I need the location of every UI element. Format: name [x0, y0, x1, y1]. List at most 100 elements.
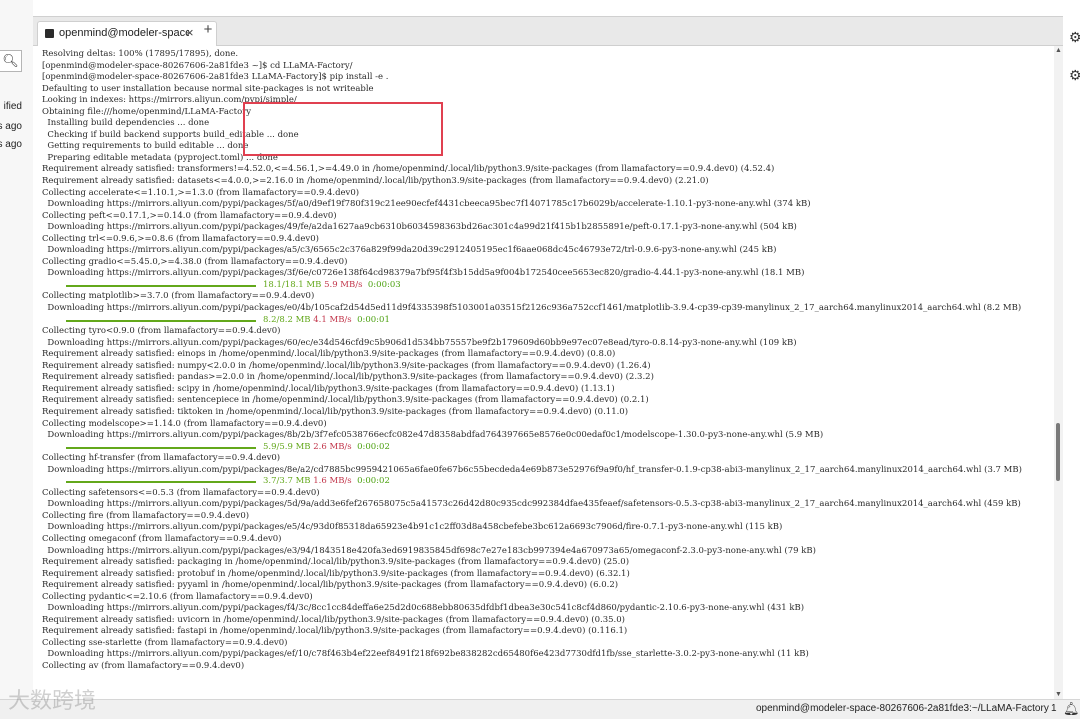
progress-time: 0:00:03 [367, 279, 401, 290]
progress-size: 3.7/3.7 MB [263, 476, 314, 487]
output-line: Collecting modelscope>=1.14.0 (from llam… [42, 418, 327, 429]
progress-info: 5.9/5.9 MB 2.6 MB/s 0:00:02 [263, 442, 390, 454]
output-line: Requirement already satisfied: transform… [42, 164, 775, 175]
bell-icon[interactable]: 🔔︎ [1063, 701, 1080, 717]
output-line: Downloading https://mirrors.aliyun.com/p… [42, 222, 797, 233]
progress-bar [66, 319, 256, 322]
output-line: Downloading https://mirrors.aliyun.com/p… [42, 464, 1022, 475]
output-line: Defaulting to user installation because … [42, 83, 374, 94]
progress-speed: 4.1 MB/s [313, 314, 358, 325]
close-icon[interactable]: × [186, 25, 194, 40]
output-line: Obtaining file:///home/openmind/LLaMA-Fa… [42, 106, 252, 117]
output-line: Getting requirements to build editable .… [42, 141, 249, 152]
progress-bar [66, 481, 256, 484]
output-line: Collecting matplotlib>=3.7.0 (from llama… [42, 291, 315, 302]
output-line: Collecting peft<=0.17.1,>=0.14.0 (from l… [42, 210, 337, 221]
output-line: Collecting tyro<0.9.0 (from llamafactory… [42, 326, 281, 337]
output-lines: Resolving deltas: 100% (17895/17895), do… [42, 49, 1022, 673]
output-line: Downloading https://mirrors.aliyun.com/p… [42, 245, 777, 256]
output-line: Downloading https://mirrors.aliyun.com/p… [42, 545, 816, 556]
output-line: Preparing editable metadata (pyproject.t… [42, 152, 278, 163]
output-line: Requirement already satisfied: pandas>=2… [42, 372, 654, 383]
output-line: Collecting hf-transfer (from llamafactor… [42, 453, 281, 464]
terminal-icon [45, 29, 54, 38]
progress-speed: 5.9 MB/s [324, 279, 368, 290]
progress-bar [66, 284, 256, 287]
output-line: [openmind@modeler-space-80267606-2a81fde… [42, 72, 389, 83]
download-progress-line: 8.2/8.2 MB 4.1 MB/s 0:00:01 [42, 315, 1022, 327]
new-tab-button[interactable]: + [199, 22, 217, 40]
output-line: Collecting trl<=0.9.6,>=0.8.6 (from llam… [42, 233, 319, 244]
output-line: Downloading https://mirrors.aliyun.com/p… [42, 603, 805, 614]
output-line: Requirement already satisfied: numpy<2.0… [42, 360, 651, 371]
output-line: Downloading https://mirrors.aliyun.com/p… [42, 303, 1022, 314]
output-line: Downloading https://mirrors.aliyun.com/p… [42, 199, 811, 210]
tab-title: openmind@modeler-space-8 [59, 27, 189, 39]
progress-info: 8.2/8.2 MB 4.1 MB/s 0:00:01 [263, 315, 390, 327]
output-line: Collecting pydantic<=2.10.6 (from llamaf… [42, 591, 313, 602]
output-line: Collecting av (from llamafactory==0.9.4.… [42, 660, 245, 671]
progress-info: 3.7/3.7 MB 1.6 MB/s 0:00:02 [263, 476, 390, 488]
output-line: Collecting safetensors<=0.5.3 (from llam… [42, 487, 320, 498]
scroll-up-icon[interactable]: ▲ [1055, 47, 1062, 54]
modified-label: ified [3, 101, 22, 112]
output-line: Downloading https://mirrors.aliyun.com/p… [42, 268, 805, 279]
output-line: Requirement already satisfied: uvicorn i… [42, 614, 625, 625]
output-line: Downloading https://mirrors.aliyun.com/p… [42, 649, 809, 660]
output-line: Downloading https://mirrors.aliyun.com/p… [42, 499, 1021, 510]
output-line: Installing build dependencies ... done [42, 118, 210, 129]
progress-bar [66, 446, 256, 449]
progress-info: 18.1/18.1 MB 5.9 MB/s 0:00:03 [263, 280, 401, 292]
output-line: Downloading https://mirrors.aliyun.com/p… [42, 522, 783, 533]
notification-count: 1 [1051, 703, 1057, 714]
download-progress-line: 5.9/5.9 MB 2.6 MB/s 0:00:02 [42, 442, 1022, 454]
progress-speed: 2.6 MB/s [313, 441, 358, 452]
output-line: Downloading https://mirrors.aliyun.com/p… [42, 430, 824, 441]
scroll-down-icon[interactable]: ▼ [1055, 691, 1062, 698]
gear-icon[interactable]: ⚙ [1069, 30, 1080, 44]
output-line: Resolving deltas: 100% (17895/17895), do… [42, 49, 239, 59]
output-line: Requirement already satisfied: scipy in … [42, 383, 615, 394]
search-icon[interactable]: 🔍︎ [0, 50, 22, 72]
tab-bar: openmind@modeler-space-8 × + [33, 17, 1063, 46]
status-path: openmind@modeler-space-80267606-2a81fde3… [756, 703, 1049, 714]
terminal-output[interactable]: Resolving deltas: 100% (17895/17895), do… [33, 46, 1053, 699]
right-side-panel: ⚙ ⚙ [1063, 0, 1080, 700]
progress-time: 0:00:02 [357, 476, 390, 487]
output-line: Requirement already satisfied: protobuf … [42, 568, 630, 579]
scrollbar-thumb[interactable] [1056, 423, 1060, 481]
output-line: Downloading https://mirrors.aliyun.com/p… [42, 337, 797, 348]
download-progress-line: 18.1/18.1 MB 5.9 MB/s 0:00:03 [42, 280, 1022, 292]
output-line: Requirement already satisfied: datasets<… [42, 176, 709, 187]
watermark: 大数跨境 [8, 689, 97, 714]
output-line: Requirement already satisfied: fastapi i… [42, 626, 628, 637]
background-app-panel: 🔍︎ ified s ago s ago [0, 0, 33, 718]
progress-speed: 1.6 MB/s [313, 476, 358, 487]
progress-time: 0:00:01 [357, 314, 390, 325]
progress-time: 0:00:02 [357, 441, 390, 452]
progress-size: 5.9/5.9 MB [263, 441, 314, 452]
output-line: Requirement already satisfied: packaging… [42, 557, 630, 568]
output-line: Requirement already satisfied: einops in… [42, 349, 616, 360]
output-line: Collecting gradio<=5.45.0,>=4.38.0 (from… [42, 256, 348, 267]
progress-size: 8.2/8.2 MB [263, 314, 314, 325]
output-line: Looking in indexes: https://mirrors.aliy… [42, 95, 297, 106]
progress-size: 18.1/18.1 MB [263, 279, 325, 290]
output-line: Requirement already satisfied: pyyaml in… [42, 580, 619, 591]
time-ago-label: s ago [0, 121, 22, 132]
time-ago-label: s ago [0, 139, 22, 150]
vertical-scrollbar[interactable]: ▲ ▼ [1054, 46, 1063, 699]
output-line: Collecting omegaconf (from llamafactory=… [42, 533, 282, 544]
output-line: Collecting fire (from llamafactory==0.9.… [42, 510, 250, 521]
output-line: Requirement already satisfied: sentencep… [42, 395, 649, 406]
output-line: [openmind@modeler-space-80267606-2a81fde… [42, 60, 353, 71]
status-bar: openmind@modeler-space-80267606-2a81fde3… [0, 699, 1080, 719]
output-line: Requirement already satisfied: tiktoken … [42, 406, 629, 417]
terminal-window: openmind@modeler-space-8 × + Resolving d… [33, 16, 1063, 699]
output-line: Collecting sse-starlette (from llamafact… [42, 637, 288, 648]
download-progress-line: 3.7/3.7 MB 1.6 MB/s 0:00:02 [42, 476, 1022, 488]
output-line: Checking if build backend supports build… [42, 129, 299, 140]
highlight-box [243, 102, 443, 156]
terminal-tab[interactable]: openmind@modeler-space-8 × [37, 21, 217, 46]
settings-icon[interactable]: ⚙ [1069, 68, 1080, 82]
